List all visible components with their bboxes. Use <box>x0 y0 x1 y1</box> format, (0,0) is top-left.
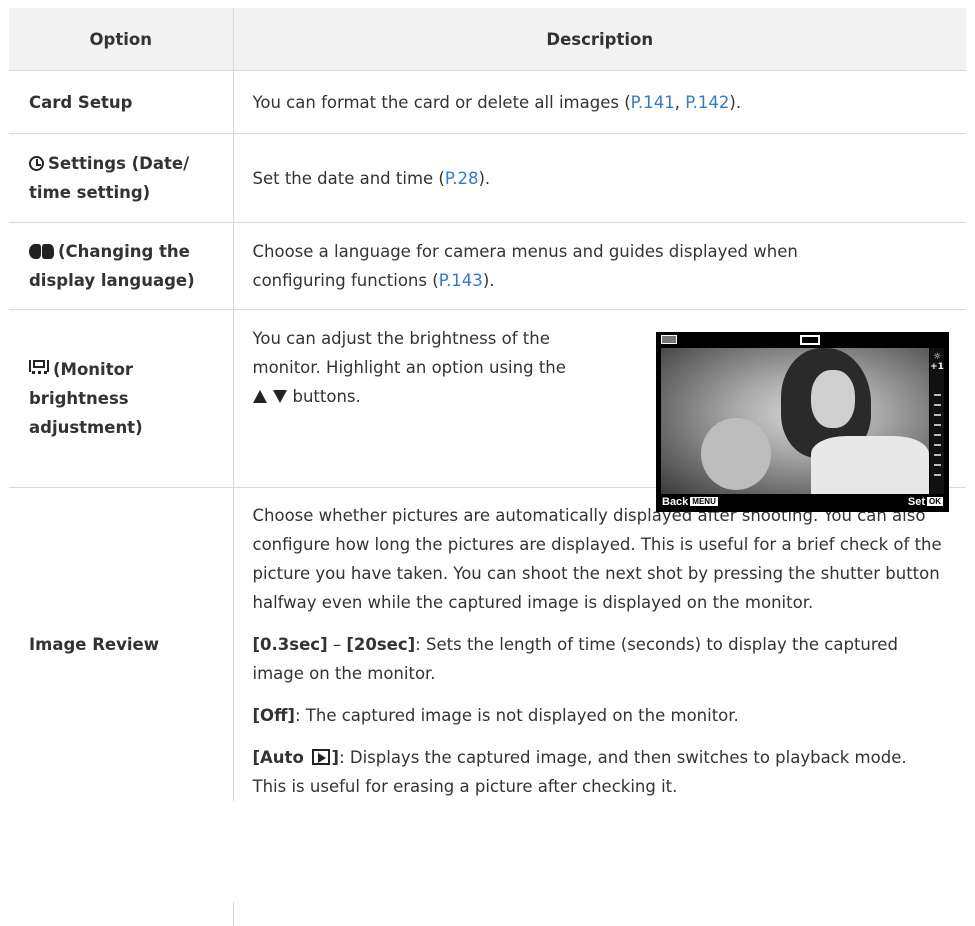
sun-icon: ☼ <box>932 352 942 362</box>
desc-text: You can format the card or delete all im… <box>252 92 631 112</box>
option-label: adjustment) <box>29 418 143 437</box>
desc-text: configuring functions ( <box>252 271 439 290</box>
table-header-row: Option Description <box>9 8 966 71</box>
review-paragraph: Choose whether pictures are automaticall… <box>252 506 942 612</box>
desc-text: ). <box>729 92 742 112</box>
monitor-brightness-icon <box>800 335 820 345</box>
description-image-review: Choose whether pictures are automaticall… <box>233 488 966 802</box>
option-label: Settings (Date/ <box>48 154 190 173</box>
desc-text: Set the date and time ( <box>252 168 445 188</box>
desc-text: – <box>327 635 347 654</box>
back-label: Back MENU <box>662 496 718 508</box>
bold-term: [0.3sec] <box>252 635 328 654</box>
manual-page: Option Description Card Setup You can fo… <box>0 0 975 926</box>
header-description: Description <box>233 8 966 71</box>
page-link[interactable]: P.142 <box>685 93 729 112</box>
option-label: brightness <box>29 389 129 408</box>
option-date-settings: Settings (Date/time setting) <box>9 133 234 223</box>
bold-term: [Auto <box>252 748 310 767</box>
desc-text: monitor. Highlight an option using the <box>252 358 566 377</box>
desc-text: Choose a language for camera menus and g… <box>252 242 798 261</box>
description-language: Choose a language for camera menus and g… <box>233 222 966 310</box>
page-link[interactable]: P.28 <box>445 169 479 188</box>
camera-screen-image: ☼ +1 Back MENU Set OK <box>656 332 949 512</box>
option-card-setup: Card Setup <box>9 70 234 134</box>
ok-tag: OK <box>927 497 943 506</box>
option-monitor-brightness: (Monitor brightness adjustment) <box>9 309 234 488</box>
table-row: Card Setup You can format the card or de… <box>9 70 966 134</box>
bold-term: [Off] <box>252 706 295 725</box>
review-paragraph: [Off]: The captured image is not display… <box>253 701 945 730</box>
desc-text: ). <box>482 271 495 290</box>
review-paragraph: [Auto ]: Displays the captured image, an… <box>253 743 945 801</box>
option-label: (Changing the <box>58 242 190 261</box>
photo-preview <box>661 348 929 494</box>
monitor-brightness-icon <box>29 360 49 376</box>
page-link[interactable]: P.141 <box>631 93 675 112</box>
brightness-level: +1 <box>930 362 944 372</box>
desc-text: You can adjust the brightness of the <box>252 329 550 348</box>
bold-term: [20sec] <box>346 635 416 654</box>
table-row: Settings (Date/time setting) Set the dat… <box>9 133 966 223</box>
option-label: display language) <box>29 271 195 290</box>
table-row: (Changing the display language) Choose a … <box>9 222 966 310</box>
desc-text: : The captured image is not displayed on… <box>294 706 739 725</box>
menu-tag: MENU <box>690 497 718 506</box>
description-date-settings: Set the date and time (P.28). <box>233 133 966 223</box>
page-link[interactable]: P.143 <box>439 271 483 290</box>
desc-separator: , <box>674 92 686 112</box>
bold-term: ] <box>331 748 340 767</box>
description-card-setup: You can format the card or delete all im… <box>233 70 966 134</box>
monitor-description: You can adjust the brightness of the mon… <box>252 310 623 411</box>
header-option: Option <box>9 8 234 71</box>
desc-text: buttons. <box>292 387 361 406</box>
playback-icon <box>311 749 330 765</box>
battery-icon <box>661 335 677 344</box>
set-label: Set OK <box>907 496 943 508</box>
clock-icon <box>29 156 44 171</box>
option-label: (Monitor <box>53 360 134 379</box>
column-divider <box>233 902 234 926</box>
language-icon <box>29 244 54 259</box>
table-row: Image Review Choose whether pictures are… <box>9 487 966 802</box>
brightness-scale: ☼ +1 <box>930 348 944 494</box>
option-image-review: Image Review <box>9 487 234 801</box>
review-paragraph: [0.3sec] – [20sec]: Sets the length of t… <box>253 630 945 688</box>
camera-bottom-bar: Back MENU Set OK <box>656 494 949 512</box>
up-arrow-icon <box>252 390 267 403</box>
option-label: time setting) <box>29 183 151 202</box>
desc-text: ). <box>478 168 491 188</box>
desc-text: : Displays the captured image, and then … <box>252 748 907 796</box>
down-arrow-icon <box>272 390 287 403</box>
option-language: (Changing the display language) <box>9 222 234 310</box>
